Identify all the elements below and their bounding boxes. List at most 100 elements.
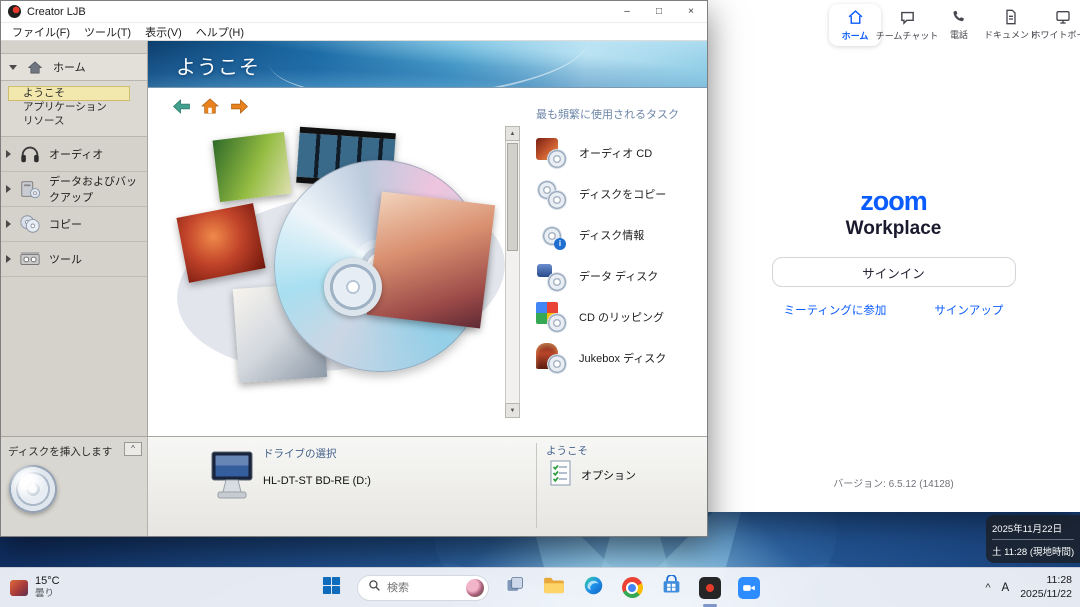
sidebar-item-resources[interactable]: リソース (9, 115, 129, 128)
tab-phone[interactable]: 電話 (933, 4, 985, 46)
search-icon (368, 579, 381, 597)
edge-button[interactable] (580, 575, 606, 601)
whiteboard-icon (1055, 9, 1071, 25)
start-button[interactable] (318, 575, 344, 601)
close-button[interactable]: × (675, 1, 707, 22)
tab-docs[interactable]: ドキュメント (985, 4, 1037, 46)
tray-chevron-icon[interactable]: ^ (985, 582, 990, 594)
weather-condition: 曇り (35, 588, 60, 599)
menu-help[interactable]: ヘルプ(H) (189, 24, 251, 40)
store-button[interactable] (658, 575, 684, 601)
maximize-button[interactable]: □ (643, 1, 675, 22)
task-copy-disc[interactable]: ディスクをコピー (536, 173, 716, 214)
data-disc-icon (536, 261, 566, 291)
creator-bottom-panel: ディスクを挿入します ^ ドライブの選択 HL-DT-ST BD-RE (D:)… (1, 436, 707, 536)
sign-in-button[interactable]: サインイン (772, 257, 1016, 287)
collage-photo-couple (367, 192, 495, 329)
taskbar-search[interactable] (357, 575, 489, 601)
tab-team-chat[interactable]: チームチャット (881, 4, 933, 46)
sidebar-tools-label: ツール (49, 251, 82, 267)
audio-cd-icon (536, 138, 566, 168)
drive-monitor-icon (209, 450, 255, 511)
sidebar-item-home[interactable]: ホーム (1, 53, 147, 81)
scrollbar-down-button[interactable]: ▼ (505, 403, 520, 418)
home-icon (23, 61, 47, 74)
tree-collapsed-icon (6, 255, 11, 263)
datetime-widget[interactable]: 2025年11月22日 土 11:28 (現地時間) (986, 515, 1080, 563)
task-cd-ripping[interactable]: CD のリッピング (536, 296, 716, 337)
options-label[interactable]: オプション (581, 467, 636, 483)
document-icon (1003, 9, 1019, 25)
tab-whiteboard-label: ホワイトボード (1032, 28, 1080, 41)
sidebar-item-tools[interactable]: ツール (1, 242, 147, 277)
window-controls: – □ × (611, 1, 707, 22)
menu-file[interactable]: ファイル(F) (5, 24, 77, 40)
task-jukebox-disc[interactable]: Jukebox ディスク (536, 337, 716, 378)
weather-widget[interactable]: 15°C 曇り (0, 568, 72, 607)
collage-photo-garden (212, 132, 291, 202)
zoom-tab-bar: ホーム チームチャット 電話 ドキュメント ホワイトボード (829, 4, 1080, 46)
weather-temperature: 15°C (35, 575, 60, 588)
chrome-button[interactable] (619, 575, 645, 601)
nav-back-button[interactable] (170, 99, 192, 116)
clock-time: 11:28 (1020, 574, 1072, 588)
folder-icon (543, 576, 565, 599)
tree-collapsed-icon (6, 150, 11, 158)
sidebar-home-children: ようこそ アプリケーション リソース (1, 81, 147, 137)
chrome-icon (622, 577, 643, 598)
sidebar-data-backup-label: データおよびバックアップ (49, 173, 147, 205)
nav-home-button[interactable] (199, 99, 221, 116)
drive-name[interactable]: HL-DT-ST BD-RE (D:) (263, 475, 371, 487)
sidebar-item-copy[interactable]: コピー (1, 207, 147, 242)
welcome-collage-image (176, 136, 516, 426)
tree-collapsed-icon (6, 220, 11, 228)
search-daily-image (466, 579, 484, 597)
creator-taskbar-icon (699, 577, 721, 599)
creator-menubar: ファイル(F) ツール(T) 表示(V) ヘルプ(H) (1, 23, 707, 41)
jukebox-icon (536, 343, 566, 373)
task-audio-cd[interactable]: オーディオ CD (536, 132, 716, 173)
file-explorer-button[interactable] (541, 575, 567, 601)
ime-indicator[interactable]: A (1002, 582, 1010, 594)
zoom-app-button[interactable] (736, 575, 762, 601)
menu-tools[interactable]: ツール(T) (77, 24, 138, 40)
task-view-button[interactable] (502, 575, 528, 601)
weather-icon (10, 580, 28, 596)
creator-app-button[interactable] (697, 575, 723, 601)
nav-forward-button[interactable] (228, 99, 250, 116)
zoom-logo: zoom (707, 188, 1080, 215)
collapse-panel-button[interactable]: ^ (124, 442, 142, 456)
creator-window-title: Creator LJB (27, 6, 86, 18)
tab-whiteboard[interactable]: ホワイトボード (1037, 4, 1080, 46)
sign-up-link[interactable]: サインアップ (934, 302, 1003, 318)
collage-mini-disc (324, 258, 382, 316)
scrollbar-thumb[interactable] (507, 143, 518, 251)
scrollbar[interactable]: ▲ ▼ (505, 126, 520, 418)
welcome-section-label: ようこそ (546, 443, 588, 458)
scrollbar-up-button[interactable]: ▲ (505, 126, 520, 141)
sidebar-item-audio[interactable]: オーディオ (1, 137, 147, 172)
task-disc-info[interactable]: ディスク情報 (536, 214, 716, 255)
minimize-button[interactable]: – (611, 1, 643, 22)
join-meeting-link[interactable]: ミーティングに参加 (784, 302, 887, 318)
banner-title: ようこそ (176, 51, 260, 80)
taskbar-clock[interactable]: 11:28 2025/11/22 (1020, 574, 1072, 601)
menu-view[interactable]: 表示(V) (138, 24, 189, 40)
sidebar-item-welcome[interactable]: ようこそ (9, 87, 129, 100)
windows-logo-icon (322, 576, 341, 600)
tree-collapsed-icon (6, 185, 11, 193)
taskbar: 15°C 曇り ^ A 11:28 2025/ (0, 567, 1080, 607)
tab-home[interactable]: ホーム (829, 4, 881, 46)
search-input[interactable] (387, 582, 457, 594)
task-view-icon (505, 575, 525, 600)
back-arrow-icon (172, 99, 191, 117)
creator-app-icon (8, 5, 21, 18)
sidebar-item-applications[interactable]: アプリケーション (9, 101, 129, 114)
headphones-icon (18, 143, 42, 165)
task-data-disc[interactable]: データ ディスク (536, 255, 716, 296)
creator-titlebar[interactable]: Creator LJB – □ × (1, 1, 707, 23)
sidebar-item-data-backup[interactable]: データおよびバックアップ (1, 172, 147, 207)
widget-date: 2025年11月22日 (992, 521, 1074, 535)
creator-content: ▲ ▼ 最も頻繁に使用されるタスク オーディオ CD ディスクをコピー ディスク… (148, 88, 707, 436)
insert-disc-label: ディスクを挿入します (8, 444, 112, 459)
